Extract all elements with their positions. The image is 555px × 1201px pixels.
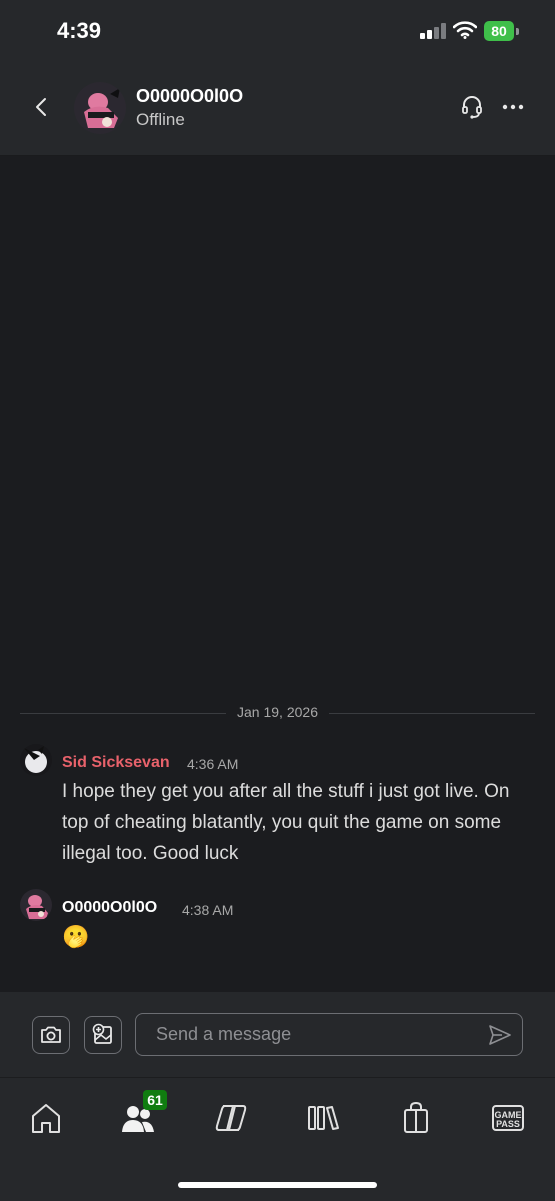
add-image-button[interactable]	[84, 1016, 122, 1054]
message-emoji: 🫢	[62, 924, 90, 949]
battery-level: 80	[491, 23, 507, 39]
status-bar: 4:39 80	[0, 0, 555, 62]
message-time: 4:36 AM	[187, 756, 239, 772]
message-item[interactable]: Sid Sicksevan 4:36 AM I hope they get yo…	[20, 744, 535, 869]
sender-avatar[interactable]	[20, 744, 52, 776]
sender-name[interactable]: O0000O0l0O	[62, 899, 157, 917]
wifi-icon	[453, 21, 477, 39]
home-icon[interactable]	[26, 1098, 66, 1138]
camera-button[interactable]	[32, 1016, 70, 1054]
compose-bar	[0, 992, 555, 1077]
contact-status: Offline	[136, 110, 185, 129]
message-time: 4:38 AM	[182, 902, 234, 918]
conversation-header: O0000O0l0O Offline	[0, 62, 555, 156]
message-list[interactable]: Jan 19, 2026 Sid Sicksevan 4:36 AM I hop…	[0, 156, 555, 992]
friends-notification-badge: 61	[143, 1090, 167, 1110]
library-icon[interactable]	[303, 1098, 343, 1138]
sender-name[interactable]: Sid Sicksevan	[62, 754, 170, 772]
date-separator: Jan 19, 2026	[20, 704, 535, 724]
copilot-icon[interactable]	[211, 1098, 251, 1138]
message-item[interactable]: O0000O0l0O 4:38 AM 🫢	[20, 889, 535, 959]
contact-name: O0000O0l0O	[136, 86, 244, 106]
headset-icon[interactable]	[460, 94, 484, 120]
more-options-icon[interactable]	[501, 98, 525, 116]
home-indicator[interactable]	[178, 1182, 377, 1188]
add-image-icon	[92, 1023, 112, 1044]
game-pass-label-bottom: PASS	[496, 1119, 520, 1129]
status-time: 4:39	[57, 18, 102, 43]
store-icon[interactable]	[396, 1098, 436, 1138]
battery-tip	[516, 28, 519, 35]
game-pass-tab[interactable]: GAME PASS	[488, 1098, 528, 1138]
battery-indicator: 80	[484, 21, 514, 41]
message-text: I hope they get you after all the stuff …	[62, 781, 510, 864]
contact-avatar[interactable]	[74, 82, 126, 134]
cellular-signal-icon	[420, 23, 448, 39]
date-separator-text: Jan 19, 2026	[227, 704, 328, 720]
camera-icon	[41, 1026, 61, 1043]
message-input[interactable]	[135, 1013, 523, 1056]
send-icon[interactable]	[488, 1024, 512, 1046]
sender-avatar[interactable]	[20, 889, 52, 921]
back-button[interactable]	[28, 94, 54, 120]
